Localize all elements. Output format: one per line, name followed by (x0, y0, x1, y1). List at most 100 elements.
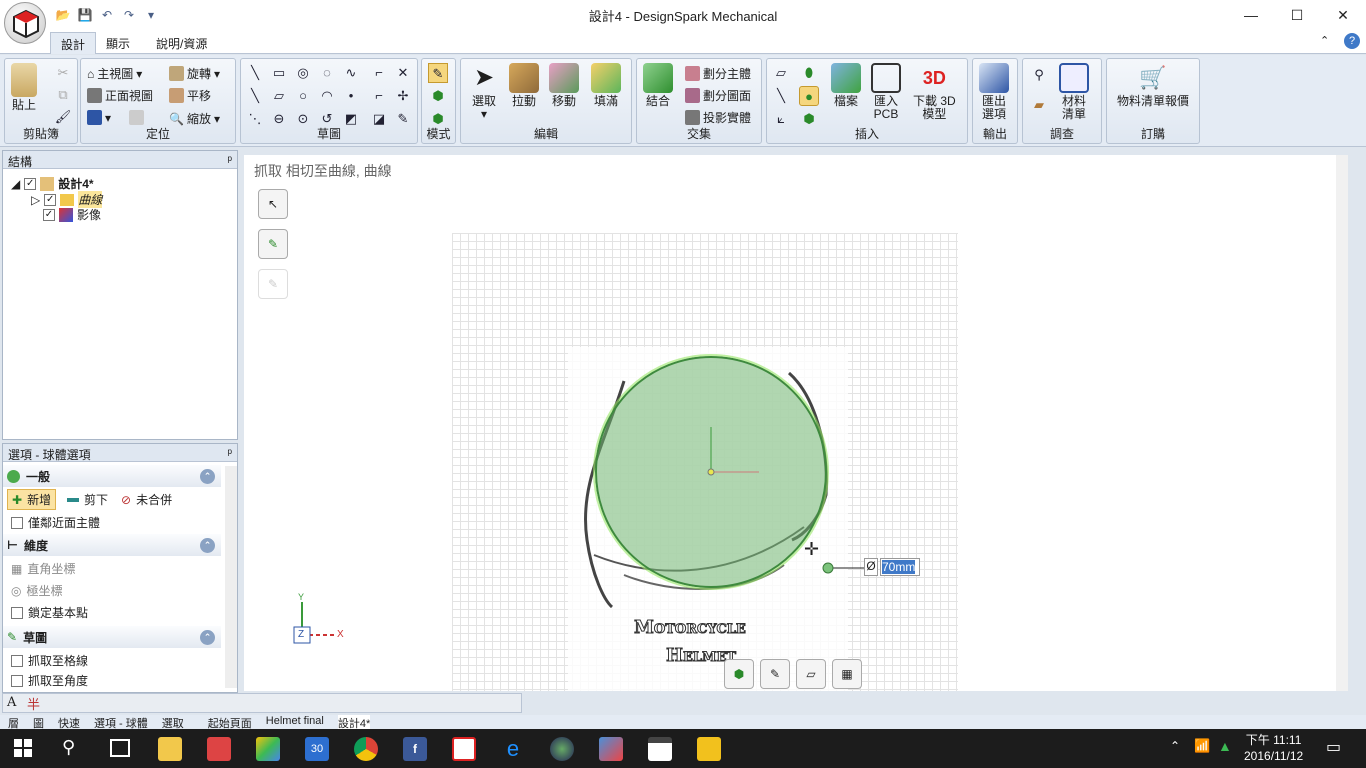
halfwidth-icon[interactable]: 半 (27, 694, 40, 713)
import-pcb-button[interactable]: 匯入 PCB (871, 63, 901, 121)
cut-icon[interactable]: ✂ (53, 63, 73, 83)
project-button[interactable]: 投影實體 (685, 109, 751, 126)
section-mode-icon[interactable]: ⬢ (428, 86, 448, 106)
drive-tray-icon[interactable]: ▲ (1218, 738, 1232, 754)
section-general[interactable]: 一般 ⌃ (3, 465, 221, 487)
save-icon[interactable]: 💾 (76, 6, 94, 24)
spline-tool-icon[interactable]: ∿ (341, 63, 361, 83)
internet-explorer-icon[interactable]: e (501, 737, 525, 761)
visibility-checkbox[interactable]: ✓ (44, 193, 57, 206)
combine-button[interactable]: 結合 (643, 63, 673, 108)
mass-icon[interactable]: ▰ (1029, 95, 1049, 115)
text-style-icon[interactable]: A (7, 695, 16, 710)
tab-help[interactable]: 說明/資源 (146, 32, 217, 54)
sphere-icon[interactable]: ● (799, 86, 819, 106)
mini-toolbar-sketch[interactable]: ✎ (760, 659, 790, 689)
view-dim-button[interactable] (129, 110, 144, 125)
redo-icon[interactable]: ↷ (120, 6, 138, 24)
tab-views[interactable]: 圖 (33, 715, 44, 730)
bom-button[interactable]: 材料 清單 (1059, 63, 1089, 121)
cartesian-option[interactable]: ▦ 直角坐標 (11, 560, 75, 577)
checkbox[interactable] (11, 606, 23, 619)
export-options-button[interactable]: 匯出 選項 (979, 63, 1009, 121)
tab-display[interactable]: 顯示 (96, 32, 140, 54)
pin-icon[interactable]: ᵖ (227, 446, 232, 460)
measure-icon[interactable]: ⚲ (1029, 65, 1049, 85)
section-sketch[interactable]: ✎ 草圖 ⌃ (3, 626, 221, 648)
canvas-vertical-scrollbar[interactable] (1336, 155, 1348, 691)
add-option[interactable]: ✚ 新增 (7, 489, 57, 510)
polar-option[interactable]: ◎ 極坐標 (11, 582, 63, 599)
video-editor-icon[interactable] (648, 737, 672, 761)
minimize-button[interactable]: — (1228, 0, 1274, 30)
pin-icon[interactable]: ᵖ (227, 153, 232, 167)
app-logo-icon[interactable] (4, 2, 46, 44)
globe-icon[interactable] (550, 737, 574, 761)
cylinder-icon[interactable]: ⬮ (799, 63, 819, 83)
offset-tool-icon[interactable]: ⌐ (369, 86, 389, 106)
customize-qat-icon[interactable]: ▾ (142, 6, 160, 24)
no-merge-option[interactable]: ⊘ 未合併 (121, 491, 172, 508)
maximize-button[interactable]: ☐ (1274, 0, 1320, 30)
file-insert-button[interactable]: 檔案 (831, 63, 861, 108)
notification-icon[interactable]: ▭ (1326, 737, 1341, 757)
checkbox[interactable] (11, 654, 23, 667)
copy-icon[interactable]: ⧉ (53, 85, 73, 105)
download-3d-button[interactable]: 3D 下載 3D 模型 (913, 63, 956, 121)
designspark-icon[interactable] (452, 737, 476, 761)
collapse-icon[interactable]: ⌃ (200, 468, 215, 484)
polygon-tool-icon[interactable]: ▱ (269, 86, 289, 106)
snap-angle-option[interactable]: 抓取至角度 (11, 672, 88, 689)
pull-button[interactable]: 拉動 (509, 63, 539, 108)
view-cube-button[interactable]: ▾ (87, 110, 111, 125)
tab-options[interactable]: 選項 - 球體 (94, 715, 148, 730)
ellipse-tool-icon[interactable]: ○ (293, 86, 313, 106)
cut-option[interactable]: 剪下 (67, 491, 108, 508)
tips-icon[interactable] (697, 737, 721, 761)
ribbon-collapse-icon[interactable]: ⌃ (1320, 34, 1329, 47)
pan-button[interactable]: 平移 (169, 87, 211, 104)
extend-tool-icon[interactable]: ✢ (393, 86, 413, 106)
open-icon[interactable]: 📂 (54, 6, 72, 24)
facebook-icon[interactable]: f (403, 737, 427, 761)
home-view-button[interactable]: ⌂ 主視圖 ▾ (87, 65, 142, 82)
chrome-icon[interactable] (354, 737, 378, 761)
tree-root[interactable]: ◢ ✓ 設計4* (11, 175, 94, 192)
wifi-icon[interactable]: 📶 (1194, 738, 1210, 754)
close-button[interactable]: ✕ (1320, 0, 1366, 30)
gmail-icon[interactable] (207, 737, 231, 761)
plane-icon[interactable]: ▱ (771, 63, 791, 83)
fill-button[interactable]: 填滿 (591, 63, 621, 108)
trim-tool-icon[interactable]: ✕ (393, 63, 413, 83)
nearby-only-option[interactable]: 僅鄰近面主體 (11, 514, 100, 531)
tab-selection[interactable]: 選取 (162, 715, 184, 730)
snap-grid-option[interactable]: 抓取至格線 (11, 652, 88, 669)
expand-icon[interactable]: ◢ (11, 177, 20, 191)
arc-tool-icon[interactable]: ◌ (317, 63, 337, 83)
search-icon[interactable]: ⚲ (62, 737, 75, 758)
tab-layers[interactable]: 層 (8, 715, 19, 730)
mini-toolbar-grid[interactable]: ▦ (832, 659, 862, 689)
visibility-checkbox[interactable]: ✓ (24, 177, 37, 190)
center-point[interactable] (707, 468, 715, 476)
tab-design[interactable]: 設計 (50, 32, 97, 54)
bom-quote-button[interactable]: 🛒 物料清單報價 (1117, 63, 1189, 108)
mini-toolbar-solid[interactable]: ⬢ (724, 659, 754, 689)
rotate-button[interactable]: 旋轉 ▾ (169, 65, 220, 82)
line-tool-icon[interactable]: ╲ (245, 63, 265, 83)
front-view-button[interactable]: 正面視圖 (87, 87, 153, 104)
collapse-icon[interactable]: ⌃ (200, 537, 215, 553)
visibility-checkbox[interactable]: ✓ (43, 208, 55, 221)
paint-icon[interactable] (599, 737, 623, 761)
tangent-line-icon[interactable]: ╲ (245, 86, 265, 106)
mini-toolbar-plane[interactable]: ▱ (796, 659, 826, 689)
tree-item-image[interactable]: ✓ 影像 (43, 206, 101, 223)
options-scrollbar[interactable] (225, 466, 237, 688)
tab-quick[interactable]: 快速 (58, 715, 80, 730)
circle-tool-icon[interactable]: ◎ (293, 63, 313, 83)
help-icon[interactable]: ? (1344, 33, 1360, 49)
split-body-button[interactable]: 劃分主體 (685, 65, 751, 82)
checkbox[interactable] (11, 516, 23, 529)
lock-base-option[interactable]: 鎖定基本點 (11, 604, 88, 621)
dimension-handle[interactable] (822, 562, 834, 574)
